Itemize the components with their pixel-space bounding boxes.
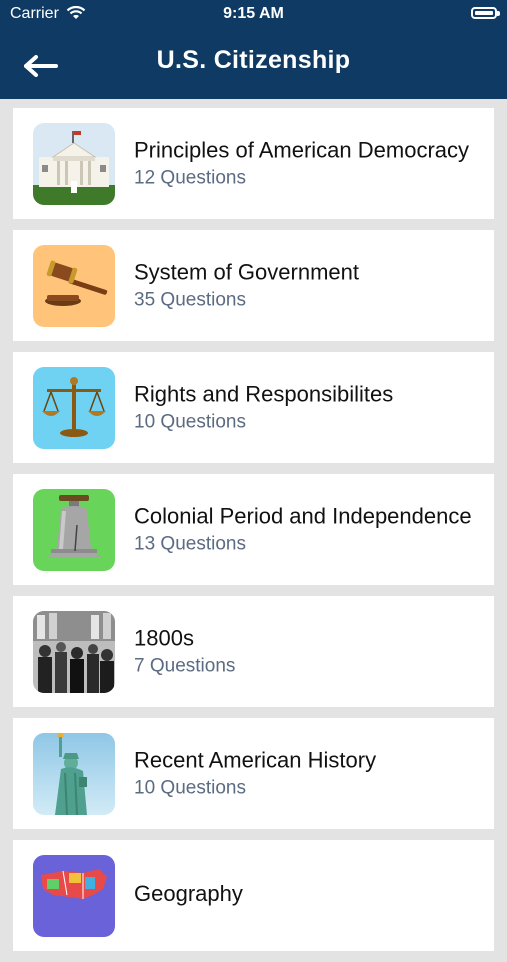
scales-icon — [33, 367, 115, 449]
category-card-colonial-period[interactable]: Colonial Period and Independence 13 Ques… — [13, 474, 494, 585]
question-count: 12 Questions — [134, 167, 246, 188]
category-title: Colonial Period and Independence — [134, 503, 472, 528]
category-title: Principles of American Democracy — [134, 137, 470, 162]
category-card-principles[interactable]: Principles of American Democracy 12 Ques… — [13, 108, 494, 219]
white-house-icon — [33, 123, 115, 205]
category-list: Principles of American Democracy 12 Ques… — [13, 108, 494, 962]
category-title: Geography — [134, 881, 243, 906]
category-title: System of Government — [134, 259, 359, 284]
category-title: Recent American History — [134, 747, 377, 772]
question-count: 7 Questions — [134, 655, 236, 676]
status-time: 9:15 AM — [223, 5, 284, 22]
liberty-bell-icon — [33, 489, 115, 571]
question-count: 10 Questions — [134, 777, 246, 798]
category-card-geography[interactable]: Geography — [13, 840, 494, 951]
category-card-recent-history[interactable]: Recent American History 10 Questions — [13, 718, 494, 829]
category-title: 1800s — [134, 625, 194, 650]
category-card-rights[interactable]: Rights and Responsibilites 10 Questions — [13, 352, 494, 463]
question-count: 35 Questions — [134, 289, 246, 310]
statue-of-liberty-icon — [33, 733, 115, 815]
status-bar: Carrier 9:15 AM — [0, 0, 507, 28]
historic-crowd-icon — [33, 611, 115, 693]
category-card-system-of-government[interactable]: System of Government 35 Questions — [13, 230, 494, 341]
battery-icon — [471, 7, 500, 19]
category-title: Rights and Responsibilites — [134, 381, 394, 406]
page-title: U.S. Citizenship — [156, 46, 351, 74]
question-count: 10 Questions — [134, 411, 246, 432]
app-header: Carrier 9:15 AM U.S. Citizenship — [0, 0, 507, 99]
category-card-1800s[interactable]: 1800s 7 Questions — [13, 596, 494, 707]
gavel-icon — [33, 245, 115, 327]
us-map-icon — [33, 855, 115, 937]
question-count: 13 Questions — [134, 533, 246, 554]
